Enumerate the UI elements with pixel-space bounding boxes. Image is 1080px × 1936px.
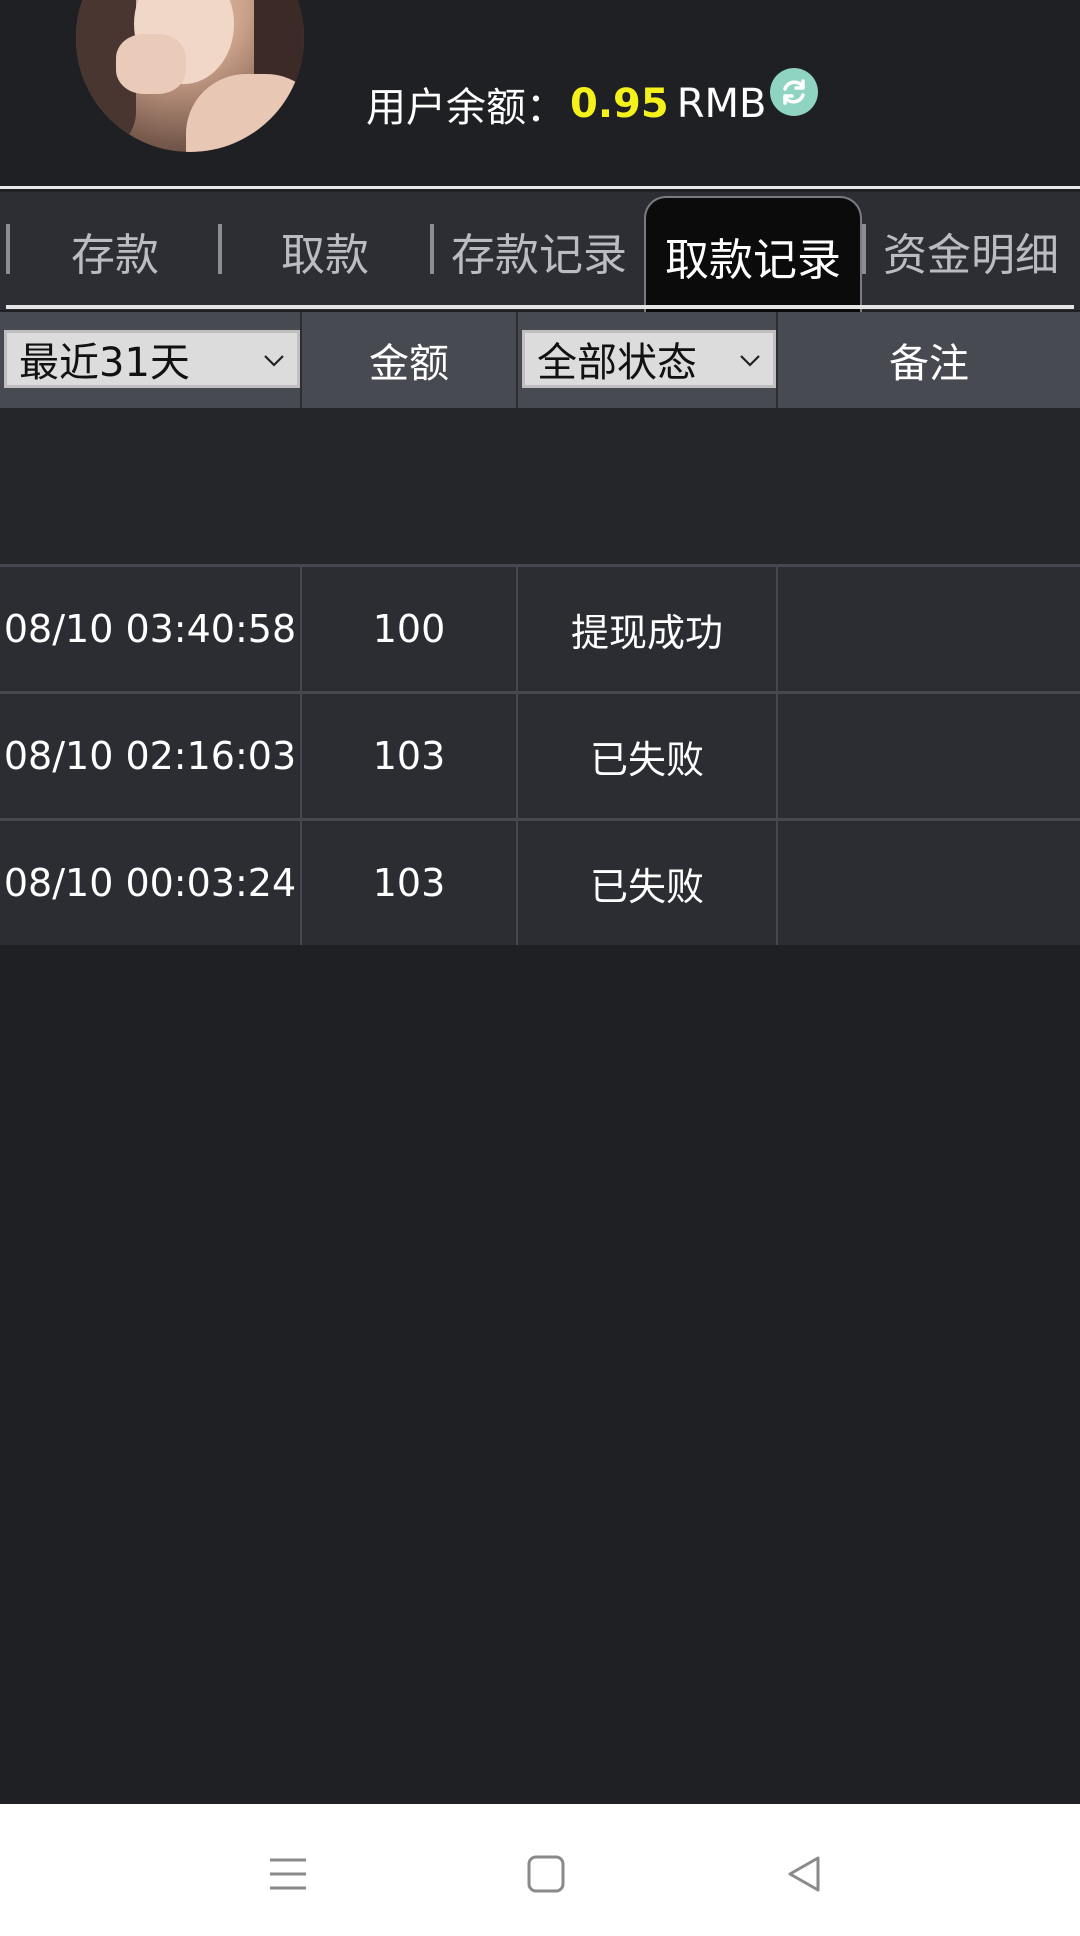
tab-fund-details[interactable]: 资金明细 <box>866 192 1076 310</box>
date-range-value: 最近31天 <box>19 340 190 386</box>
chevron-down-icon <box>264 355 284 367</box>
tab-deposit[interactable]: 存款 <box>10 192 220 310</box>
table-row[interactable]: 08/10 03:40:58 100 提现成功 <box>0 567 1080 691</box>
refresh-icon[interactable] <box>770 68 818 116</box>
tabs-underline <box>6 305 1074 309</box>
row-amount: 100 <box>302 567 518 691</box>
tab-deposit-records[interactable]: 存款记录 <box>434 192 644 310</box>
date-range-select[interactable]: 最近31天 <box>4 330 300 388</box>
row-amount: 103 <box>302 694 518 818</box>
balance-currency: RMB <box>676 81 767 127</box>
balance-display: 用户余额： 0.95 RMB <box>366 76 766 132</box>
table-spacer <box>0 408 1080 564</box>
header: 用户余额： 0.95 RMB <box>0 0 1080 186</box>
tab-withdraw[interactable]: 取款 <box>222 192 428 310</box>
table-row[interactable]: 08/10 00:03:24 103 已失败 <box>0 821 1080 945</box>
remark-column-header: 备注 <box>889 341 969 387</box>
status-select[interactable]: 全部状态 <box>522 330 776 388</box>
row-remark <box>778 567 1080 691</box>
avatar[interactable] <box>76 0 304 152</box>
system-nav-bar <box>0 1804 1080 1936</box>
row-status: 已失败 <box>518 694 778 818</box>
amount-column-header: 金额 <box>302 312 518 408</box>
back-icon[interactable] <box>764 1834 844 1914</box>
row-remark <box>778 821 1080 945</box>
row-status: 已失败 <box>518 821 778 945</box>
row-remark <box>778 694 1080 818</box>
menu-icon[interactable] <box>248 1834 328 1914</box>
table-row[interactable]: 08/10 02:16:03 103 已失败 <box>0 694 1080 818</box>
tab-withdraw-records[interactable]: 取款记录 <box>644 196 862 314</box>
header-divider <box>0 186 1080 189</box>
date-column-header: 最近31天 <box>0 312 302 408</box>
status-column-header: 全部状态 <box>518 312 778 408</box>
status-filter-value: 全部状态 <box>537 340 697 386</box>
home-icon[interactable] <box>506 1834 586 1914</box>
table-header: 最近31天 金额 全部状态 备注 <box>0 312 1080 408</box>
balance-amount: 0.95 <box>570 81 669 127</box>
row-amount: 103 <box>302 821 518 945</box>
row-time: 08/10 03:40:58 <box>0 567 302 691</box>
tab-bar: 存款 取款 存款记录 取款记录 资金明细 <box>0 192 1080 314</box>
balance-label: 用户余额： <box>366 85 566 131</box>
row-status: 提现成功 <box>518 567 778 691</box>
row-time: 08/10 00:03:24 <box>0 821 302 945</box>
chevron-down-icon <box>740 355 760 367</box>
row-time: 08/10 02:16:03 <box>0 694 302 818</box>
page: 用户余额： 0.95 RMB 存款 取款 存款记录 取款记录 资金明细 最近31… <box>0 0 1080 1936</box>
